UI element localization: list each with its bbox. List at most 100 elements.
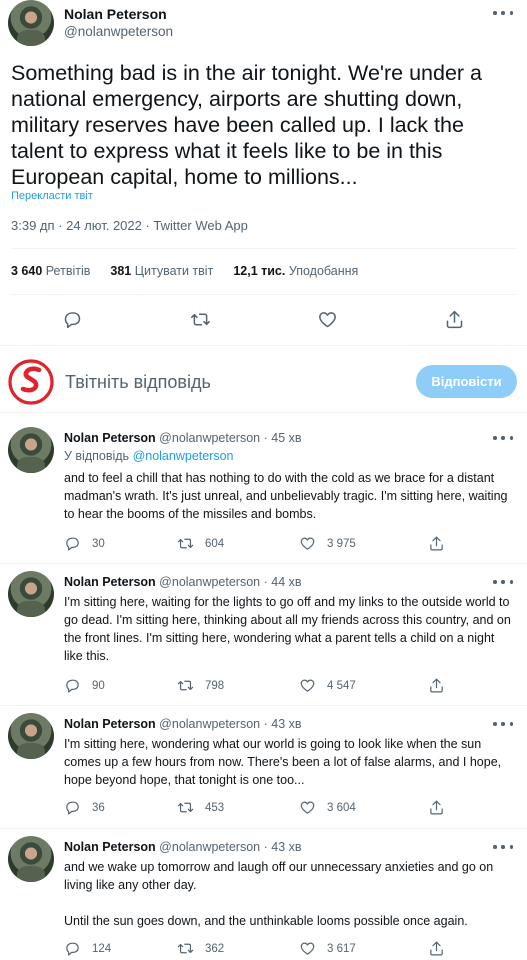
- user-avatar[interactable]: [8, 359, 54, 405]
- retweet-count: 604: [205, 537, 225, 550]
- share-button[interactable]: [428, 940, 445, 957]
- author-handle[interactable]: @nolanwpeterson: [64, 24, 173, 39]
- reply-header: Nolan Peterson @nolanwpeterson · 45 хв: [64, 431, 302, 445]
- retweet-count: 362: [205, 942, 225, 955]
- reply-header: Nolan Peterson @nolanwpeterson · 43 хв: [64, 840, 302, 854]
- likes-count: 12,1 тис.: [233, 264, 286, 278]
- tweet-text: Something bad is in the air tonight. We'…: [11, 61, 483, 189]
- reply-text: I'm sitting here, waiting for the lights…: [64, 595, 511, 663]
- reply-time[interactable]: · 44 хв: [264, 575, 302, 589]
- retweets-label: Ретвітів: [45, 264, 91, 278]
- retweet-icon: [177, 538, 194, 549]
- retweet-button[interactable]: [187, 306, 213, 332]
- like-count: 4 547: [327, 679, 356, 692]
- author-handle[interactable]: @nolanwpeterson: [159, 431, 260, 445]
- reply-time[interactable]: · 45 хв: [264, 431, 302, 445]
- reply-input[interactable]: Твітніть відповідь: [65, 372, 211, 393]
- more-options-icon[interactable]: [493, 579, 513, 585]
- retweet-button[interactable]: 798: [177, 677, 224, 694]
- share-icon: [430, 536, 443, 551]
- like-button[interactable]: 3 975: [299, 535, 356, 552]
- author-handle[interactable]: @nolanwpeterson: [159, 840, 260, 854]
- reply-text: and to feel a chill that has nothing to …: [64, 471, 508, 521]
- reply-header: Nolan Peterson @nolanwpeterson · 44 хв: [64, 575, 302, 589]
- more-options-icon[interactable]: [493, 435, 513, 441]
- more-options-icon[interactable]: [493, 844, 513, 850]
- retweet-button[interactable]: 362: [177, 940, 224, 957]
- divider: [0, 412, 527, 413]
- author-handle[interactable]: @nolanwpeterson: [159, 717, 260, 731]
- author-avatar[interactable]: [8, 571, 54, 617]
- reply-button[interactable]: [59, 306, 85, 332]
- share-button[interactable]: [428, 535, 445, 552]
- tweet-timestamp[interactable]: 3:39 дп · 24 лют. 2022 · Twitter Web App: [11, 218, 248, 233]
- reply-count: 90: [92, 679, 105, 692]
- retweets-stat[interactable]: 3 640 Ретвітів: [11, 264, 90, 278]
- share-icon: [430, 941, 443, 956]
- reply-button[interactable]: 30: [64, 535, 105, 552]
- reply-button[interactable]: 124: [64, 940, 111, 957]
- like-icon: [300, 537, 315, 550]
- author-avatar[interactable]: [8, 427, 54, 473]
- author-handle[interactable]: @nolanwpeterson: [159, 575, 260, 589]
- author-avatar[interactable]: [8, 0, 54, 46]
- reply-time[interactable]: · 43 хв: [264, 840, 302, 854]
- quotes-stat[interactable]: 381 Цитувати твіт: [110, 264, 213, 278]
- reply-header: Nolan Peterson @nolanwpeterson · 43 хв: [64, 717, 302, 731]
- reply-actions: 30 604 3 975: [64, 535, 514, 555]
- divider: [0, 345, 527, 346]
- reply-actions: 124 362 3 617: [64, 940, 514, 960]
- like-icon: [300, 679, 315, 692]
- more-options-icon[interactable]: [493, 10, 513, 16]
- reply-submit-button[interactable]: Відповісти: [416, 365, 517, 398]
- reply-count: 36: [92, 801, 105, 814]
- reply-button[interactable]: 36: [64, 799, 105, 816]
- translate-tweet-link[interactable]: Перекласти твіт: [11, 190, 93, 202]
- share-icon: [430, 678, 443, 693]
- retweet-count: 798: [205, 679, 225, 692]
- share-button[interactable]: [441, 306, 467, 332]
- reply-count: 30: [92, 537, 105, 550]
- retweet-button[interactable]: 453: [177, 799, 224, 816]
- divider: [11, 294, 516, 295]
- author-name[interactable]: Nolan Peterson: [64, 717, 156, 731]
- like-icon: [318, 311, 336, 327]
- like-count: 3 617: [327, 942, 356, 955]
- like-button[interactable]: 3 617: [299, 940, 356, 957]
- retweet-button[interactable]: 604: [177, 535, 224, 552]
- reply-time[interactable]: · 43 хв: [264, 717, 302, 731]
- reply-actions: 90 798 4 547: [64, 677, 514, 697]
- tweet-stats: 3 640 Ретвітів 381 Цитувати твіт 12,1 ти…: [11, 264, 358, 278]
- divider: [0, 563, 527, 564]
- main-tweet-header: [8, 0, 54, 46]
- reply-composer: Твітніть відповідь Відповісти: [0, 350, 527, 412]
- author-avatar[interactable]: [8, 713, 54, 759]
- like-count: 3 604: [327, 801, 356, 814]
- share-button[interactable]: [428, 799, 445, 816]
- author-name[interactable]: Nolan Peterson: [64, 840, 156, 854]
- likes-label: Уподобання: [288, 264, 359, 278]
- retweet-icon: [190, 313, 210, 325]
- reply-icon: [66, 801, 79, 815]
- like-button[interactable]: 3 604: [299, 799, 356, 816]
- quotes-count: 381: [110, 264, 132, 278]
- reply-text: I'm sitting here, wondering what our wor…: [64, 737, 502, 787]
- more-options-icon[interactable]: [493, 721, 513, 727]
- reply-to-label: У відповідь: [64, 449, 130, 463]
- reply-icon: [66, 942, 79, 956]
- user-logo-icon: [8, 359, 54, 405]
- like-button[interactable]: 4 547: [299, 677, 356, 694]
- reply-to-handle[interactable]: @nolanwpeterson: [133, 449, 234, 463]
- retweet-count: 453: [205, 801, 225, 814]
- likes-stat[interactable]: 12,1 тис. Уподобання: [233, 264, 358, 278]
- like-button[interactable]: [314, 306, 340, 332]
- retweet-icon: [177, 802, 194, 813]
- like-count: 3 975: [327, 537, 356, 550]
- reply-text: and we wake up tomorrow and laugh off ou…: [64, 860, 494, 892]
- author-name[interactable]: Nolan Peterson: [64, 6, 167, 22]
- author-name[interactable]: Nolan Peterson: [64, 575, 156, 589]
- share-button[interactable]: [428, 677, 445, 694]
- author-avatar[interactable]: [8, 836, 54, 882]
- reply-button[interactable]: 90: [64, 677, 105, 694]
- author-name[interactable]: Nolan Peterson: [64, 431, 156, 445]
